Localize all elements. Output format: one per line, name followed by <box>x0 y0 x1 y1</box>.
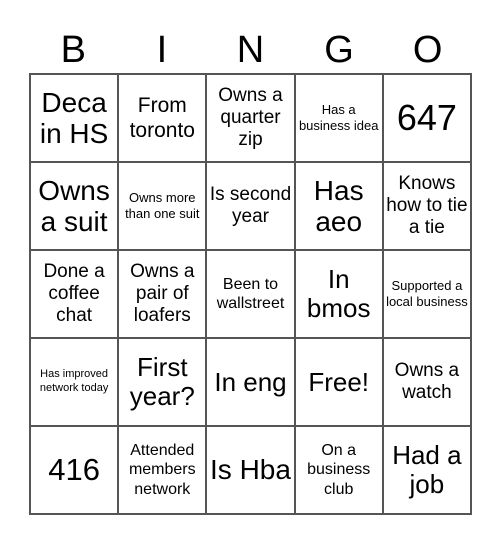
bingo-cell[interactable]: First year? <box>118 338 207 426</box>
bingo-cell[interactable]: Knows how to tie a tie <box>382 162 471 250</box>
bingo-cell[interactable]: Deca in HS <box>30 74 119 162</box>
bingo-cell[interactable]: Owns a pair of loafers <box>118 250 207 338</box>
bingo-cell[interactable]: Has a business idea <box>294 74 383 162</box>
bingo-cell[interactable]: From toronto <box>118 74 207 162</box>
bingo-cell[interactable]: Done a coffee chat <box>30 250 119 338</box>
bingo-cell[interactable]: 416 <box>30 426 119 514</box>
bingo-cell[interactable]: Been to wallstreet <box>206 250 295 338</box>
bingo-grid: Deca in HS From toronto Owns a quarter z… <box>29 73 472 515</box>
bingo-cell[interactable]: 647 <box>382 74 471 162</box>
bingo-cell[interactable]: In bmos <box>294 250 383 338</box>
header-letter-b: B <box>60 29 86 71</box>
bingo-cell[interactable]: Attended members network <box>118 426 207 514</box>
header-letter-i: I <box>156 29 168 71</box>
bingo-cell[interactable]: Is Hba <box>206 426 295 514</box>
bingo-cell[interactable]: On a business club <box>294 426 383 514</box>
bingo-cell free-space[interactable]: Free! <box>294 338 383 426</box>
bingo-cell[interactable]: Has improved network today <box>30 338 119 426</box>
bingo-header: B I N G O <box>29 28 472 73</box>
bingo-cell[interactable]: Had a job <box>382 426 471 514</box>
header-letter-o: O <box>412 29 443 71</box>
header-letter-g: G <box>324 29 354 71</box>
bingo-cell[interactable]: Supported a local business <box>382 250 471 338</box>
bingo-cell[interactable]: Has aeo <box>294 162 383 250</box>
bingo-cell[interactable]: Owns more than one suit <box>118 162 207 250</box>
bingo-cell[interactable]: Owns a quarter zip <box>206 74 295 162</box>
bingo-cell[interactable]: Owns a suit <box>30 162 119 250</box>
bingo-cell[interactable]: In eng <box>206 338 295 426</box>
header-letter-n: N <box>236 29 265 71</box>
bingo-cell[interactable]: Is second year <box>206 162 295 250</box>
bingo-cell[interactable]: Owns a watch <box>382 338 471 426</box>
